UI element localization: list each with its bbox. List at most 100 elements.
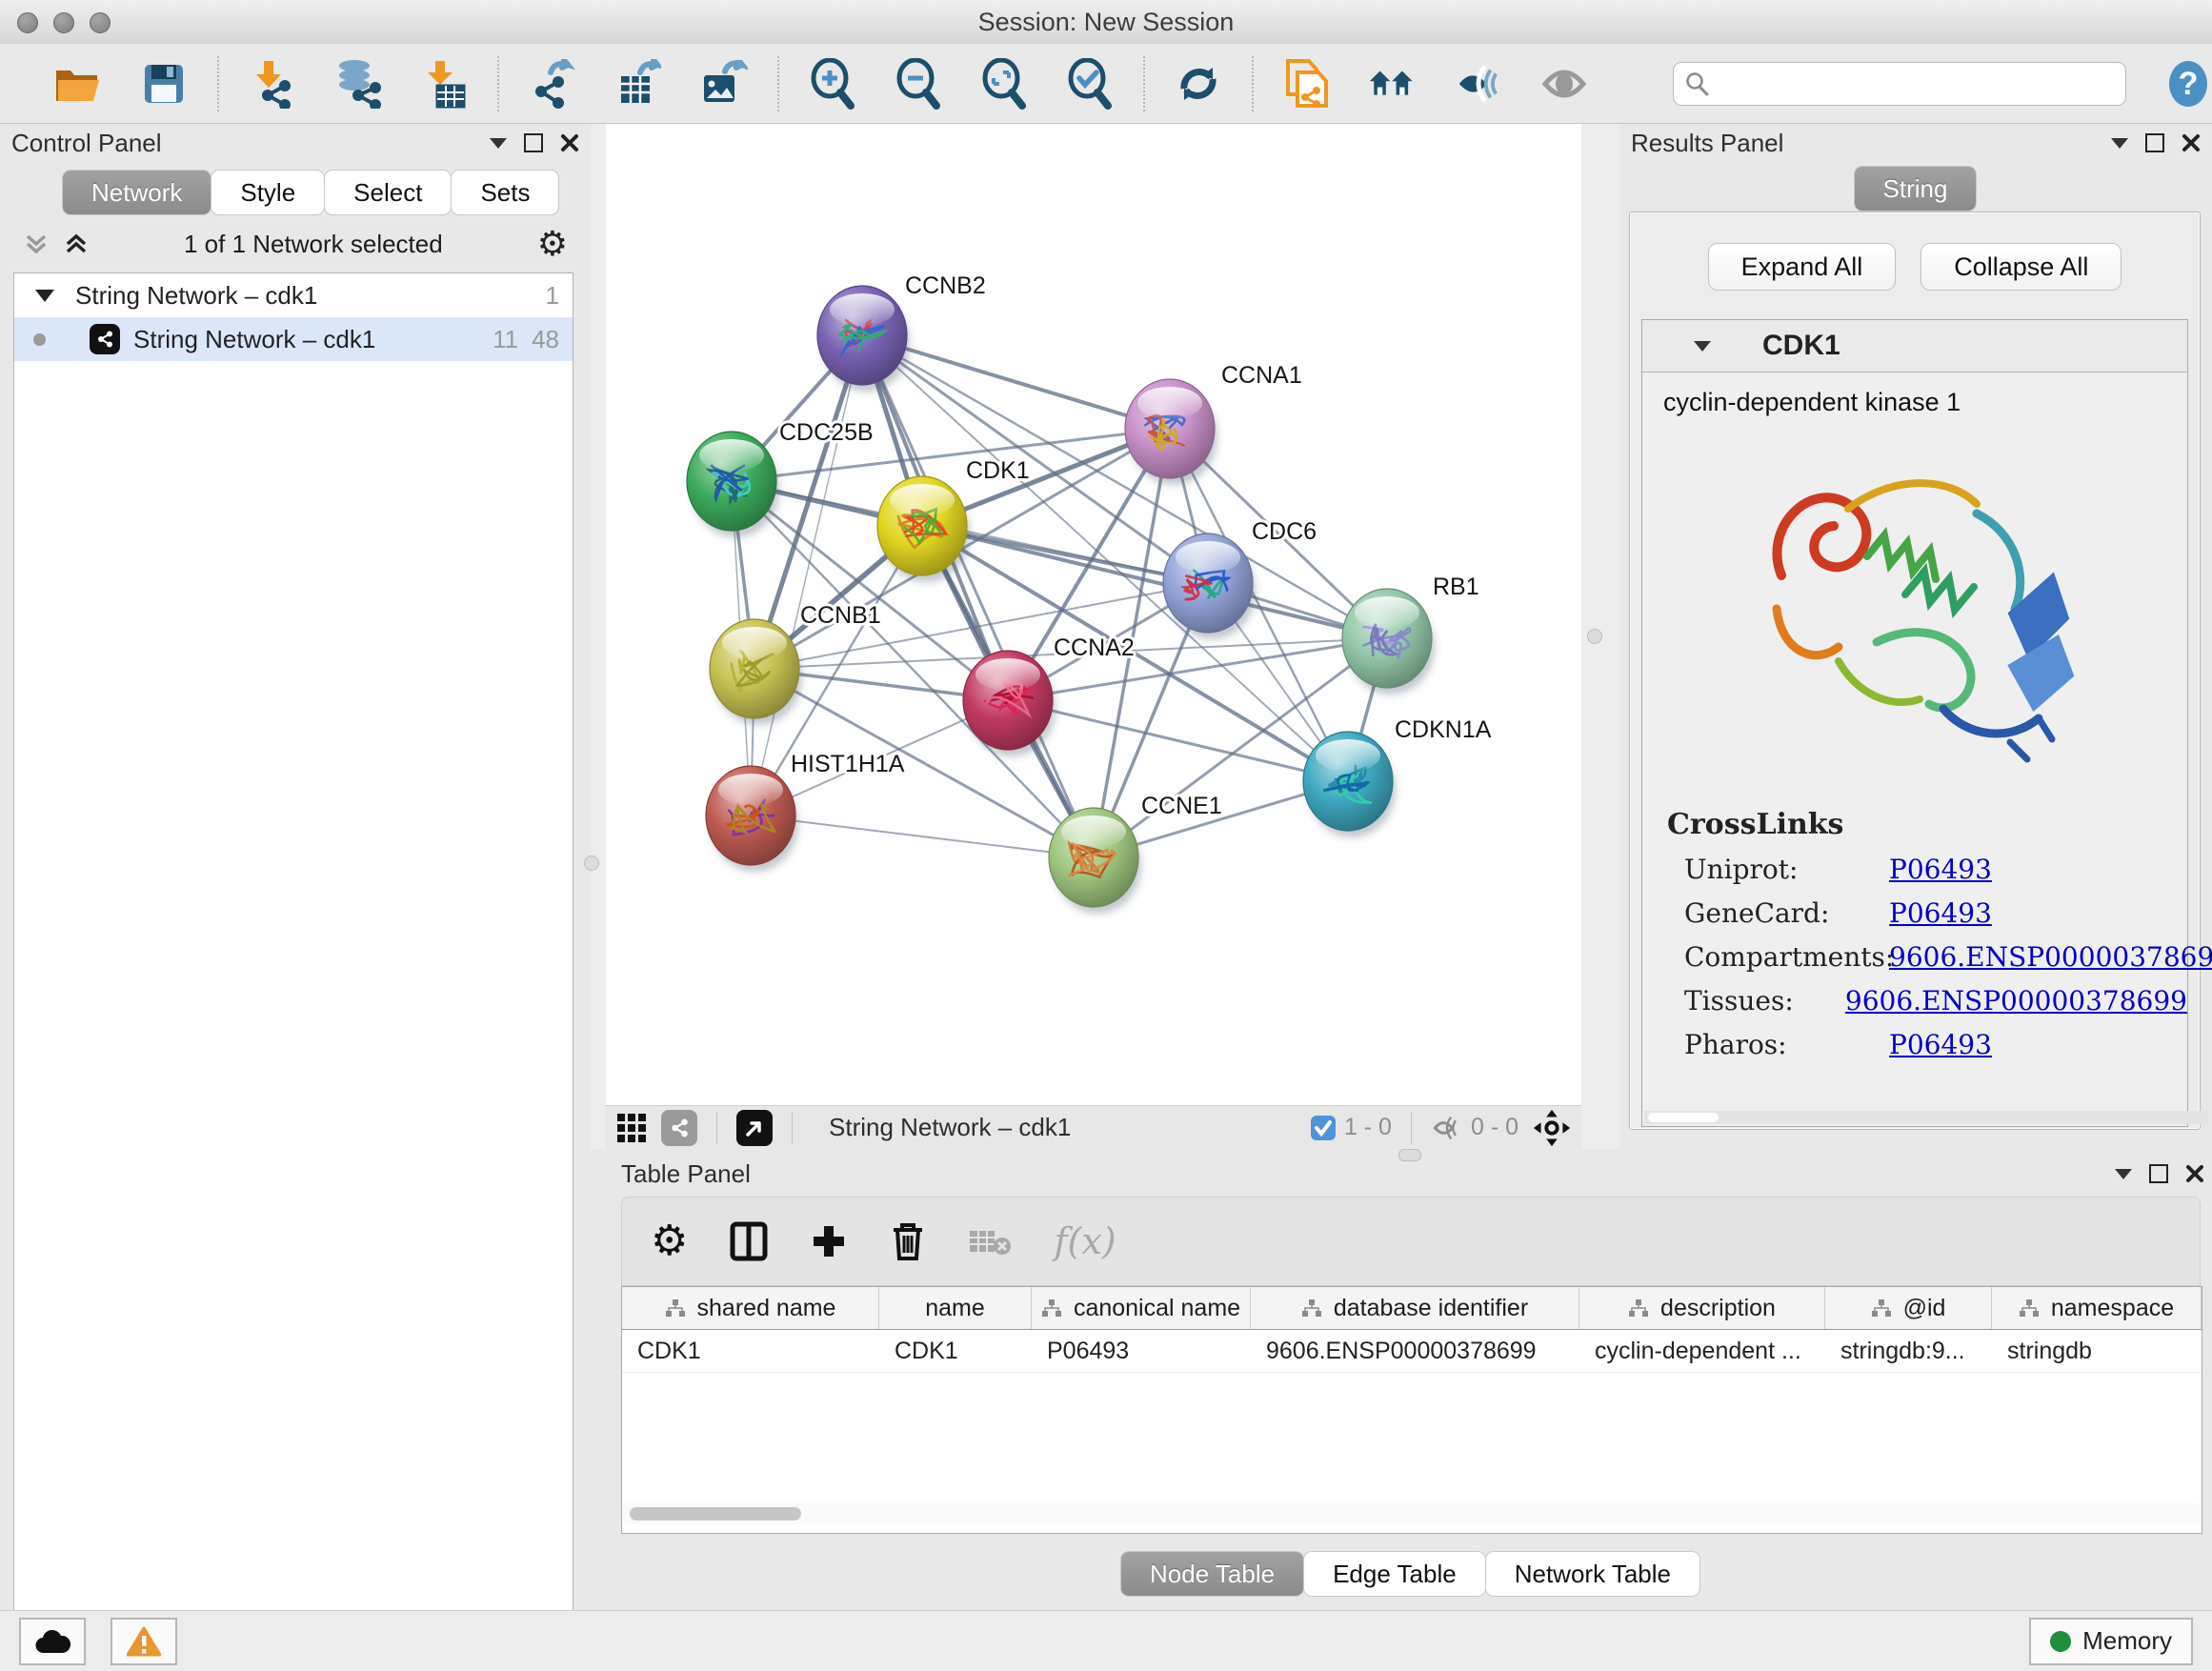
gene-card-header[interactable]: CDK1 [1642,320,2187,372]
tab-network[interactable]: Network [62,170,211,215]
column-header--id[interactable]: @id [1825,1287,1992,1329]
network-row[interactable]: String Network – cdk1 11 48 [14,317,573,361]
node-ccna1[interactable] [1125,379,1217,485]
expand-all-button[interactable]: Expand All [1708,243,1897,291]
crosslink-link-pharos-[interactable]: P06493 [1889,1029,1992,1060]
crosslink-link-uniprot-[interactable]: P06493 [1889,854,1992,885]
network-options-gear-icon[interactable]: ⚙ [537,227,568,261]
float-panel-icon[interactable] [524,133,543,152]
grid-view-icon[interactable] [615,1112,648,1144]
collapse-collection-icon[interactable] [35,290,54,302]
network-canvas[interactable]: CCNB2CCNA1CDC25BCDK1CDC6RB1CCNB1CCNA2CDK… [606,124,1581,1105]
open-session-icon[interactable] [53,59,103,109]
help-icon[interactable]: ? [2164,59,2212,109]
expand-all-icon[interactable] [63,232,90,255]
show-hidden-eye-icon[interactable] [1539,59,1589,109]
zoom-in-icon[interactable] [808,59,857,109]
table-horizontal-scrollbar[interactable] [622,1503,2200,1524]
table-cell[interactable]: CDK1 [622,1330,879,1372]
warnings-button[interactable] [111,1618,177,1665]
collapse-card-icon[interactable] [1694,341,1711,352]
tab-node-table[interactable]: Node Table [1120,1551,1304,1597]
function-builder-icon[interactable]: f(x) [1054,1220,1116,1262]
column-header-name[interactable]: name [879,1287,1032,1329]
column-header-canonical-name[interactable]: canonical name [1032,1287,1251,1329]
node-hist1h1a[interactable] [706,766,798,872]
column-header-namespace[interactable]: namespace [1992,1287,2202,1329]
close-panel-icon[interactable] [560,133,579,152]
hide-selected-eye-slash-icon[interactable] [1454,59,1503,109]
cloud-status-button[interactable] [19,1618,86,1665]
import-table-file-icon[interactable] [419,59,469,109]
table-options-gear-icon[interactable]: ⚙ [651,1220,688,1262]
panel-menu-icon[interactable] [2111,138,2128,149]
left-splitter[interactable] [591,124,606,1149]
birds-eye-view-icon[interactable] [1532,1108,1572,1148]
crosslink-link-tissues-[interactable]: 9606.ENSP00000378699 [1845,985,2187,1017]
edge-CCNB2-HIST1H1A[interactable] [751,335,862,815]
tab-sets[interactable]: Sets [451,170,559,215]
table-cell[interactable]: stringdb [1992,1330,2202,1372]
tab-select[interactable]: Select [324,170,452,215]
node-cdc25b[interactable] [687,432,779,537]
node-ccnb1[interactable] [710,619,802,725]
node-ccnb2[interactable] [817,286,910,392]
table-cell[interactable]: 9606.ENSP00000378699 [1251,1330,1579,1372]
column-header-description[interactable]: description [1579,1287,1825,1329]
show-columns-icon[interactable] [730,1221,768,1261]
save-session-icon[interactable] [139,59,189,109]
collapse-all-button[interactable]: Collapse All [1920,243,2122,291]
selected-checkbox-icon[interactable] [1310,1115,1337,1141]
edge-CCNA2-CDKN1A[interactable] [1008,700,1348,781]
zoom-out-icon[interactable] [894,59,943,109]
zoom-selected-icon[interactable] [1065,59,1115,109]
node-rb1[interactable] [1342,589,1435,695]
table-cell[interactable]: stringdb:9... [1825,1330,1992,1372]
delete-column-icon[interactable] [890,1220,926,1262]
close-panel-icon[interactable] [2185,1164,2204,1183]
close-window-button[interactable] [17,12,38,33]
network-collection-row[interactable]: String Network – cdk1 1 [14,273,573,317]
table-cell[interactable]: CDK1 [879,1330,1032,1372]
create-column-icon[interactable] [810,1222,848,1260]
import-network-database-icon[interactable] [333,59,383,109]
search-input[interactable] [1718,69,2125,98]
edge-CCNB2-CCNE1[interactable] [862,335,1094,857]
node-ccna2[interactable] [963,651,1056,756]
left-splitter-handle[interactable] [584,856,599,871]
memory-button[interactable]: Memory [2029,1618,2193,1665]
edge-HIST1H1A-CCNE1[interactable] [751,815,1094,857]
panel-menu-icon[interactable] [2115,1169,2132,1179]
results-horizontal-scrollbar[interactable] [1644,1111,2208,1124]
tab-edge-table[interactable]: Edge Table [1303,1551,1486,1597]
close-panel-icon[interactable] [2182,133,2201,152]
import-network-file-icon[interactable] [248,59,297,109]
export-image-icon[interactable] [699,59,749,109]
hidden-eye-icon[interactable] [1431,1114,1463,1142]
crosslink-link-genecard-[interactable]: P06493 [1889,897,1992,929]
detach-view-icon[interactable] [736,1110,773,1146]
column-header-shared-name[interactable]: shared name [622,1287,879,1329]
tab-style[interactable]: Style [211,170,325,215]
delete-table-icon[interactable] [968,1225,1012,1258]
table-cell[interactable]: P06493 [1032,1330,1251,1372]
float-panel-icon[interactable] [2145,133,2164,152]
export-network-icon[interactable] [528,59,577,109]
collapse-all-icon[interactable] [23,232,50,255]
panel-menu-icon[interactable] [490,138,507,149]
minimize-window-button[interactable] [53,12,74,33]
node-ccne1[interactable] [1049,808,1141,914]
edge-CDK1-RB1[interactable] [922,526,1387,638]
clone-network-icon[interactable] [1282,59,1332,109]
refresh-icon[interactable] [1174,59,1223,109]
crosslink-link-compartments-[interactable]: 9606.ENSP00000378699 [1889,941,2212,973]
zoom-fit-icon[interactable] [979,59,1029,109]
string-view-icon[interactable] [661,1110,697,1146]
column-header-database-identifier[interactable]: database identifier [1251,1287,1579,1329]
table-cell[interactable]: cyclin-dependent ... [1579,1330,1825,1372]
tab-network-table[interactable]: Network Table [1485,1551,1700,1597]
export-table-icon[interactable] [613,59,663,109]
float-panel-icon[interactable] [2149,1164,2168,1183]
node-cdkn1a[interactable] [1303,732,1396,837]
tab-string[interactable]: String [1854,166,1978,211]
